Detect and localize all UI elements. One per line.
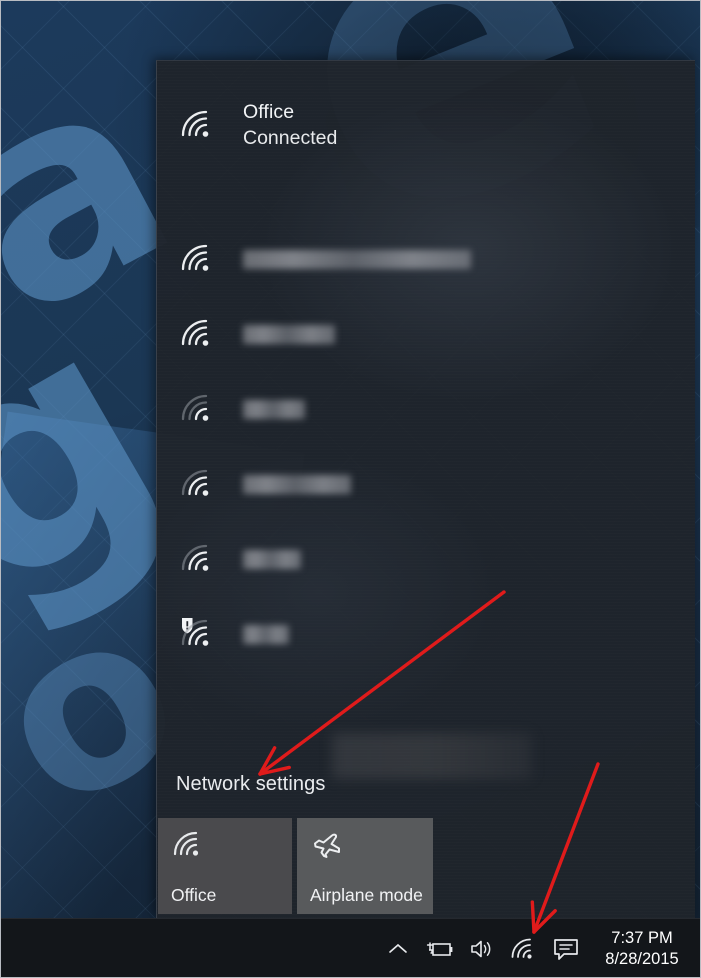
- action-center-icon[interactable]: [548, 927, 584, 971]
- network-name: [243, 474, 351, 494]
- chevron-up-icon[interactable]: [380, 927, 416, 971]
- system-tray: 7:37 PM 8/28/2015: [377, 919, 697, 978]
- airplane-icon: [310, 829, 344, 859]
- network-text: [243, 624, 289, 644]
- network-name: [243, 249, 471, 269]
- network-list-item[interactable]: Office Connected: [157, 87, 695, 163]
- taskbar: 7:37 PM 8/28/2015: [0, 918, 701, 978]
- wifi-icon: [179, 108, 217, 142]
- wifi-icon: [171, 829, 205, 859]
- network-list-item[interactable]: [157, 296, 695, 372]
- network-text: [243, 549, 301, 569]
- network-name: Office: [243, 100, 295, 123]
- network-name: [243, 549, 301, 569]
- tile-wifi-office[interactable]: Office: [158, 818, 292, 914]
- wifi-icon: [179, 317, 217, 351]
- network-list-item[interactable]: [157, 221, 695, 297]
- clock-time: 7:37 PM: [611, 929, 673, 947]
- tile-airplane-mode[interactable]: Airplane mode: [297, 818, 433, 914]
- tile-label-office: Office: [171, 885, 217, 905]
- wifi-icon: [179, 392, 217, 426]
- network-list-item[interactable]: [157, 596, 695, 672]
- quick-action-tiles: Office Airplane mode: [158, 818, 438, 914]
- background-watermark: [332, 733, 532, 779]
- screen: e a g o OfficeConnected Network settings: [0, 0, 701, 978]
- network-text: [243, 474, 351, 494]
- battery-charging-icon[interactable]: [422, 927, 458, 971]
- network-text: [243, 324, 335, 344]
- wifi-warning-icon: [179, 617, 217, 651]
- wifi-flyout-panel: Office Connected Network settings Office: [156, 60, 695, 918]
- network-list-item[interactable]: [157, 446, 695, 522]
- network-text: Office Connected: [243, 100, 337, 151]
- network-name: [243, 624, 289, 644]
- network-name: [243, 399, 305, 419]
- network-name: [243, 324, 335, 344]
- network-text: [243, 399, 305, 419]
- tile-label-airplane-mode: Airplane mode: [310, 885, 423, 905]
- network-settings-link[interactable]: Network settings: [176, 773, 325, 796]
- taskbar-clock[interactable]: 7:37 PM 8/28/2015: [593, 928, 697, 970]
- network-status: Connected: [243, 126, 338, 149]
- volume-icon[interactable]: [464, 927, 500, 971]
- clock-date: 8/28/2015: [605, 950, 679, 968]
- wifi-icon: [179, 542, 217, 576]
- wifi-icon: [179, 467, 217, 501]
- wifi-icon: [179, 242, 217, 276]
- wifi-icon[interactable]: [506, 927, 542, 971]
- network-list-item[interactable]: [157, 521, 695, 597]
- network-list-item[interactable]: [157, 371, 695, 447]
- network-text: [243, 249, 471, 269]
